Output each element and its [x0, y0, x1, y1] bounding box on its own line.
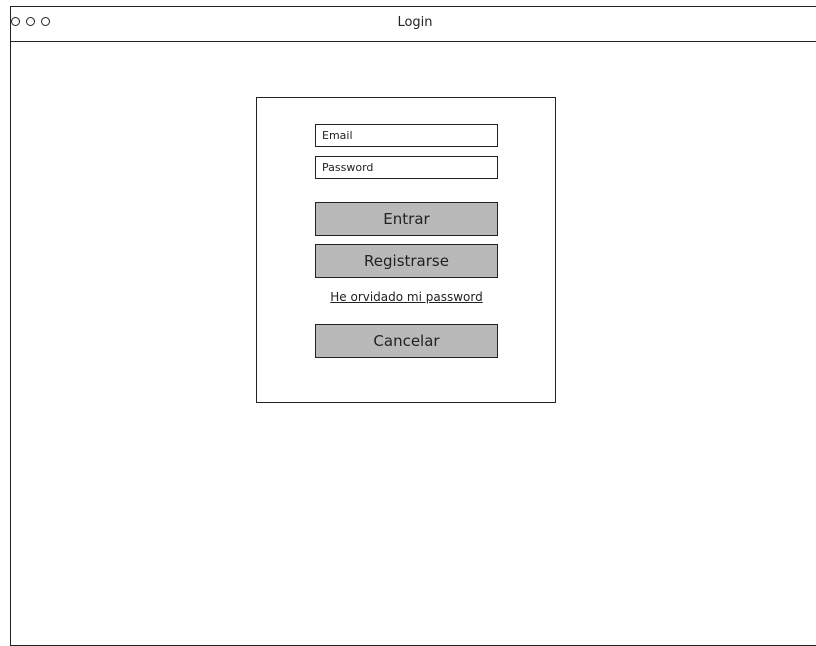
- title-bar: Login: [11, 7, 816, 42]
- cancel-button[interactable]: Cancelar: [315, 324, 498, 358]
- login-button[interactable]: Entrar: [315, 202, 498, 236]
- forgot-password-link[interactable]: He orvidado mi password: [315, 290, 498, 304]
- register-button[interactable]: Registrarse: [315, 244, 498, 278]
- window-title: Login: [397, 15, 433, 30]
- password-field[interactable]: [315, 156, 498, 179]
- email-field[interactable]: [315, 124, 498, 147]
- app-window: Login Entrar Registrarse He orvidado mi …: [10, 6, 816, 646]
- login-panel: Entrar Registrarse He orvidado mi passwo…: [256, 97, 556, 403]
